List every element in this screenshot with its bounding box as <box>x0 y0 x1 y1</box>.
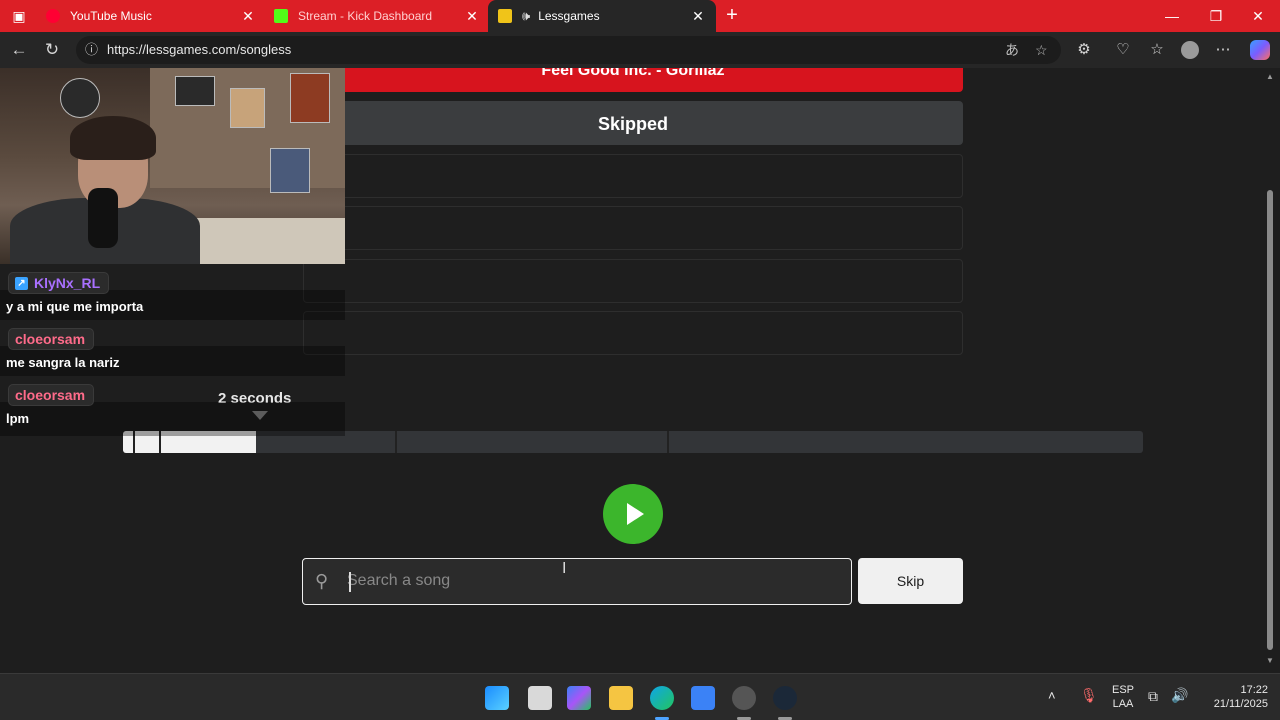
guess-slot-empty <box>303 311 963 355</box>
progress-segment-divider <box>667 431 669 453</box>
webcam-decor <box>60 78 100 118</box>
chat-username-badge: cloeorsam <box>8 384 95 406</box>
guess-slot-skipped: Skipped <box>303 101 963 145</box>
scroll-down-icon[interactable]: ▼ <box>1264 656 1276 665</box>
webcam-decor <box>230 88 265 128</box>
screen: ▣ YouTube Music ✕ Stream - Kick Dashboar… <box>0 0 1280 720</box>
chat-username-badge: cloeorsam <box>8 328 95 350</box>
chat-message-bg <box>0 402 345 436</box>
copilot-icon[interactable] <box>1250 40 1270 60</box>
guess-slot-empty <box>303 259 963 303</box>
steam-icon[interactable] <box>773 686 797 710</box>
close-tab-icon[interactable]: ✕ <box>464 8 480 25</box>
play-icon <box>627 503 644 525</box>
tab-title: YouTube Music <box>70 9 152 23</box>
chat-overlay: ↗ KlyNx_RL y a mi que me importa cloeors… <box>0 264 345 436</box>
subscriber-badge-icon: ↗ <box>15 276 28 290</box>
search-input[interactable] <box>347 565 827 597</box>
chat-message: y a mi que me importa <box>6 299 144 314</box>
webcam-microphone <box>88 188 118 248</box>
extensions-icon[interactable]: ⚙ <box>1072 38 1096 62</box>
browser-tab-strip: ▣ YouTube Music ✕ Stream - Kick Dashboar… <box>0 0 1280 32</box>
clock-date: 21/11/2025 <box>1213 698 1268 710</box>
profile-avatar-icon[interactable] <box>1181 41 1199 59</box>
obs-icon[interactable] <box>732 686 756 710</box>
page-scrollbar[interactable]: ▲ ▼ <box>1264 68 1276 673</box>
play-button[interactable] <box>603 484 663 544</box>
minimize-icon[interactable]: — <box>1150 0 1194 32</box>
site-info-icon[interactable]: ⓘ <box>85 36 98 64</box>
chat-username: cloeorsam <box>15 331 86 347</box>
tab-lessgames[interactable]: 🕪 Lessgames ✕ <box>488 0 716 32</box>
scrollbar-thumb[interactable] <box>1267 190 1273 650</box>
microsoft-store-icon[interactable] <box>691 686 715 710</box>
tab-title: Lessgames <box>538 9 600 23</box>
tab-actions-icon[interactable]: ▣ <box>8 6 30 26</box>
webcam-decor <box>270 148 310 193</box>
url-text: https://lessgames.com/songless <box>107 42 292 57</box>
windows-taskbar: ˄ 🎙 ESP LAA ⧉ 🔊 17:22 21/11/2025 <box>0 673 1280 720</box>
guess-slot-wrong: Feel Good Inc. - Gorillaz <box>303 68 963 92</box>
volume-icon[interactable]: 🔊 <box>1171 687 1188 704</box>
edge-browser-icon[interactable] <box>650 686 674 710</box>
chat-username-badge: ↗ KlyNx_RL <box>8 272 110 294</box>
microphone-icon[interactable]: 🎙 <box>1080 687 1098 704</box>
task-view-icon[interactable] <box>528 686 552 710</box>
browser-toolbar: ← ↻ ⓘ https://lessgames.com/songless あ ☆… <box>0 32 1280 68</box>
language-code: ESP <box>1111 684 1134 696</box>
restore-icon[interactable]: ❐ <box>1194 0 1238 32</box>
close-window-icon[interactable]: ✕ <box>1236 0 1280 32</box>
close-tab-icon[interactable]: ✕ <box>240 8 256 25</box>
webcam-person-hair <box>70 116 156 160</box>
clock-time: 17:22 <box>1240 684 1268 696</box>
webcam-overlay <box>0 68 345 264</box>
close-tab-icon[interactable]: ✕ <box>690 8 706 25</box>
microsoft-365-icon[interactable] <box>567 686 591 710</box>
chat-username: KlyNx_RL <box>34 275 101 291</box>
tab-kick-dashboard[interactable]: Stream - Kick Dashboard ✕ <box>264 0 490 32</box>
progress-segment-divider <box>395 431 397 453</box>
chat-message: me sangra la nariz <box>6 355 120 370</box>
mouse-cursor-icon: I <box>562 560 567 577</box>
favorite-star-icon[interactable]: ☆ <box>1035 36 1048 64</box>
skip-button[interactable]: Skip <box>858 558 963 604</box>
input-language[interactable]: ESP LAA <box>1106 684 1140 710</box>
text-caret <box>349 572 351 592</box>
browser-essentials-icon[interactable]: ♡ <box>1111 38 1135 62</box>
clock[interactable]: 17:22 21/11/2025 <box>1198 684 1268 710</box>
read-aloud-icon[interactable]: あ <box>1005 36 1019 64</box>
youtube-music-icon <box>46 9 60 23</box>
speaker-icon[interactable]: 🕪 <box>522 8 530 24</box>
webcam-decor <box>290 73 330 123</box>
show-hidden-icons-icon[interactable]: ˄ <box>1048 688 1056 703</box>
file-explorer-icon[interactable] <box>609 686 633 710</box>
refresh-icon[interactable]: ↻ <box>39 38 65 62</box>
chat-username: cloeorsam <box>15 387 86 403</box>
webcam-decor <box>175 76 215 106</box>
scroll-up-icon[interactable]: ▲ <box>1264 72 1276 81</box>
guess-slot-empty <box>303 154 963 198</box>
lessgames-icon <box>498 9 512 23</box>
new-tab-icon[interactable]: + <box>720 4 744 28</box>
favorites-icon[interactable]: ☆ <box>1145 38 1169 62</box>
tab-youtube-music[interactable]: YouTube Music ✕ <box>36 0 266 32</box>
keyboard-layout: LAA <box>1112 698 1134 710</box>
windows-start-icon[interactable] <box>485 686 509 710</box>
search-icon: ⚲ <box>315 571 329 591</box>
guess-slot-empty <box>303 206 963 250</box>
address-bar[interactable]: ⓘ https://lessgames.com/songless あ ☆ <box>76 36 1061 64</box>
more-menu-icon[interactable]: ⋯ <box>1211 38 1235 62</box>
kick-icon <box>274 9 288 23</box>
back-icon[interactable]: ← <box>6 38 32 62</box>
chat-message: lpm <box>6 411 30 426</box>
network-icon[interactable]: ⧉ <box>1148 688 1158 705</box>
song-search-box[interactable]: ⚲ <box>302 558 852 605</box>
tab-title: Stream - Kick Dashboard <box>298 9 433 23</box>
